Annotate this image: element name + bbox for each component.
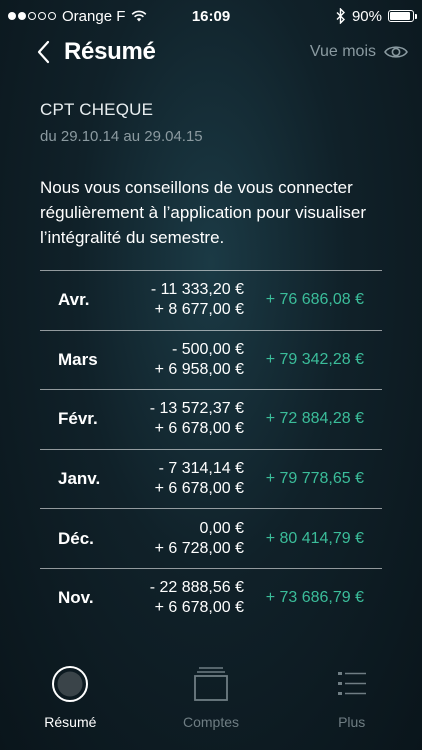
table-row[interactable]: Mars - 500,00 € + 6 958,00 € + 79 342,28… (40, 329, 382, 390)
account-name: CPT CHEQUE (40, 100, 154, 119)
balance-amount: + 79 778,65 € (265, 470, 364, 488)
month-label: Déc. (58, 528, 94, 548)
tab-label: Comptes (182, 714, 240, 730)
table-row[interactable]: Nov. - 22 888,56 € + 6 678,00 € + 73 686… (40, 567, 382, 628)
credit-amount: + 8 677,00 € (154, 301, 244, 319)
table-row[interactable]: Avr. - 11 333,20 € + 8 677,00 € + 76 686… (40, 270, 382, 330)
account-header: CPT CHEQUE du 29.10.14 au 29.04.15 (40, 100, 203, 145)
month-label: Mars (58, 349, 98, 369)
account-period: du 29.10.14 au 29.04.15 (40, 128, 203, 145)
advice-message: Nous vous conseillons de vous connecter … (40, 178, 367, 247)
credit-amount: + 6 678,00 € (154, 599, 244, 617)
tab-plus[interactable]: Plus (281, 650, 422, 750)
tab-label: Plus (338, 714, 366, 730)
credit-amount: + 6 678,00 € (154, 420, 244, 438)
bluetooth-icon (336, 8, 345, 24)
credit-amount: + 6 958,00 € (154, 360, 244, 378)
eye-icon (384, 46, 408, 58)
wifi-icon (132, 10, 147, 22)
tab-comptes[interactable]: Comptes (141, 650, 282, 750)
month-label: Avr. (58, 290, 90, 310)
month-view-label: Vue mois (309, 43, 376, 60)
tab-resume[interactable]: Résumé (0, 650, 141, 750)
debit-amount: - 7 314,14 € (158, 460, 244, 478)
debit-amount: 0,00 € (199, 519, 244, 537)
debit-amount: - 13 572,37 € (149, 400, 244, 418)
table-row[interactable]: Déc. 0,00 € + 6 728,00 € + 80 414,79 € (40, 508, 382, 568)
month-label: Janv. (58, 469, 101, 489)
clock: 16:09 (191, 7, 231, 25)
balance-amount: + 79 342,28 € (265, 350, 364, 368)
tab-bar: Résumé Comptes Plus (0, 650, 422, 750)
accounts-stack-icon (194, 667, 228, 701)
operations: 0,00 € + 6 728,00 € (116, 519, 244, 559)
table-row[interactable]: Janv. - 7 314,14 € + 6 678,00 € + 79 778… (40, 448, 382, 509)
tab-label: Résumé (44, 714, 97, 730)
operations: - 11 333,20 € + 8 677,00 € (116, 280, 244, 320)
nav-bar: Résumé Vue mois (0, 32, 422, 72)
balance-amount: + 73 686,79 € (265, 589, 364, 607)
battery-icon (388, 10, 417, 22)
credit-amount: + 6 728,00 € (154, 539, 244, 557)
monthly-summary-table: Avr. - 11 333,20 € + 8 677,00 € + 76 686… (40, 270, 382, 628)
balance-amount: + 76 686,08 € (265, 291, 364, 309)
month-view-button[interactable]: Vue mois (310, 43, 408, 61)
carrier-label: Orange F (62, 7, 126, 25)
table-row[interactable]: Févr. - 13 572,37 € + 6 678,00 € + 72 88… (40, 389, 382, 449)
list-menu-icon (337, 672, 366, 695)
battery-level (390, 12, 410, 20)
debit-amount: - 22 888,56 € (149, 579, 244, 597)
page-title: Résumé (64, 38, 156, 65)
operations: - 500,00 € + 6 958,00 € (116, 340, 244, 380)
operations: - 13 572,37 € + 6 678,00 € (116, 399, 244, 439)
month-label: Nov. (58, 588, 94, 608)
operations: - 22 888,56 € + 6 678,00 € (116, 578, 244, 618)
signal-strength-icon (8, 12, 56, 20)
month-label: Févr. (58, 409, 98, 429)
operations: - 7 314,14 € + 6 678,00 € (116, 459, 244, 499)
status-left: Orange F (8, 8, 158, 25)
balance-amount: + 72 884,28 € (265, 410, 364, 428)
back-chevron-icon[interactable] (36, 40, 50, 64)
battery-percent: 90% (351, 7, 382, 25)
balance-amount: + 80 414,79 € (265, 529, 364, 547)
status-right: 90% (264, 7, 417, 25)
status-bar: Orange F 16:09 90% (0, 0, 422, 32)
credit-amount: + 6 678,00 € (154, 480, 244, 498)
summary-circle-icon (52, 666, 89, 702)
debit-amount: - 11 333,20 € (150, 281, 244, 299)
debit-amount: - 500,00 € (171, 340, 244, 358)
